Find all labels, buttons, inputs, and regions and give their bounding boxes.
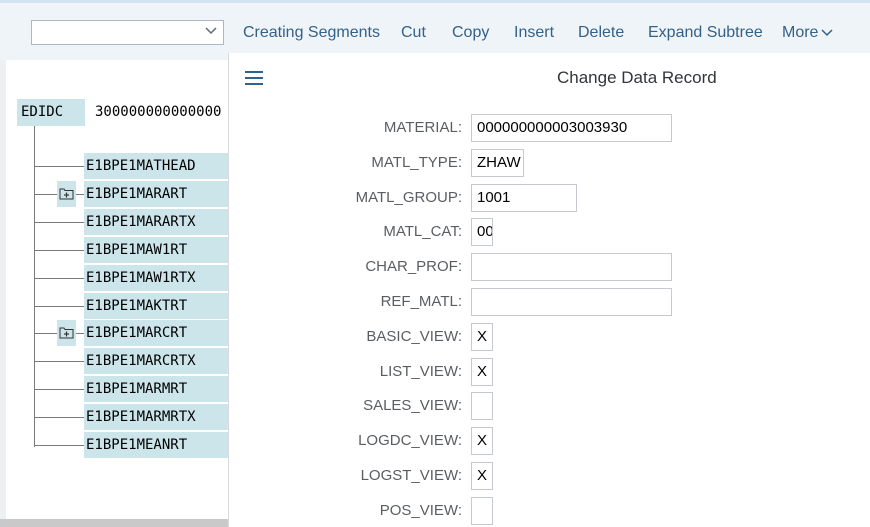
tree-node[interactable]: E1BPE1MARARTX xyxy=(0,209,228,235)
tree-connector-line xyxy=(34,278,86,279)
tree-connector-line xyxy=(34,222,86,223)
field-label: LOGDC_VIEW: xyxy=(358,432,462,449)
field-label: POS_VIEW: xyxy=(379,502,462,519)
form-row: MATL_CAT: 00 xyxy=(229,218,870,246)
tree-connector-line xyxy=(34,250,86,251)
form-row: LOGDC_VIEW: X xyxy=(229,427,870,455)
tree-node-label: E1BPE1MEANRT xyxy=(84,432,228,458)
tree-connector-line xyxy=(34,306,86,307)
tree-node-label: E1BPE1MARCRT xyxy=(84,320,228,346)
tree-connector-line xyxy=(34,166,86,167)
field-label: REF_MATL: xyxy=(380,293,462,310)
field-label: LOGST_VIEW: xyxy=(360,467,462,484)
form-row: BASIC_VIEW: X xyxy=(229,323,870,351)
chevron-down-icon xyxy=(205,27,217,35)
field-input[interactable] xyxy=(471,253,672,281)
field-input[interactable] xyxy=(471,392,493,420)
toolbar: Creating Segments Cut Copy Insert Delete… xyxy=(0,0,870,60)
field-label: CHAR_PROF: xyxy=(365,258,462,275)
tree-connector-line xyxy=(34,417,86,418)
tree-node[interactable]: E1BPE1MEANRT xyxy=(0,432,228,458)
field-label: MATERIAL: xyxy=(383,119,462,136)
tree-connector-line xyxy=(34,445,86,446)
field-input[interactable] xyxy=(471,288,672,316)
field-label: MATL_TYPE: xyxy=(371,154,462,171)
form-row: MATERIAL: 000000000003003930 xyxy=(229,114,870,142)
field-input[interactable]: X xyxy=(471,462,493,490)
field-label: BASIC_VIEW: xyxy=(366,328,462,345)
tree-node[interactable]: E1BPE1MARMRT xyxy=(0,376,228,402)
form-row: LIST_VIEW: X xyxy=(229,358,870,386)
field-label: SALES_VIEW: xyxy=(363,397,462,414)
tree-node[interactable]: E1BPE1MAW1RT xyxy=(0,237,228,263)
copy-button[interactable]: Copy xyxy=(452,24,489,42)
tree-node-label: E1BPE1MAKTRT xyxy=(84,293,228,319)
tree-node-label: E1BPE1MAW1RTX xyxy=(84,265,228,291)
field-label: MATL_CAT: xyxy=(383,223,462,240)
creating-segments-button[interactable]: Creating Segments xyxy=(243,24,380,42)
form-row: REF_MATL: xyxy=(229,288,870,316)
form-row: MATL_TYPE: ZHAW xyxy=(229,149,870,177)
chevron-down-icon xyxy=(821,29,833,36)
form-row: MATL_GROUP: 1001 xyxy=(229,184,870,212)
form-row: POS_VIEW: xyxy=(229,497,870,525)
tree-root-value: 300000000000000 xyxy=(95,104,222,120)
segment-select[interactable] xyxy=(31,20,224,45)
field-input[interactable]: ZHAW xyxy=(471,149,524,177)
tree-node[interactable]: E1BPE1MARART xyxy=(0,181,228,207)
tree-node[interactable]: E1BPE1MARMRTX xyxy=(0,404,228,430)
tree-node[interactable]: E1BPE1MARCRT xyxy=(0,320,228,346)
form-row: LOGST_VIEW: X xyxy=(229,462,870,490)
tree-node[interactable]: E1BPE1MARCRTX xyxy=(0,348,228,374)
tree-node-label: E1BPE1MARCRTX xyxy=(84,348,228,374)
form-row: CHAR_PROF: xyxy=(229,253,870,281)
field-input[interactable]: X xyxy=(471,323,493,351)
field-input[interactable]: X xyxy=(471,427,493,455)
tree-node[interactable]: E1BPE1MAW1RTX xyxy=(0,265,228,291)
expand-subtree-button[interactable]: Expand Subtree xyxy=(648,24,763,42)
form-row: SALES_VIEW: xyxy=(229,392,870,420)
tree-node-label: E1BPE1MAW1RT xyxy=(84,237,228,263)
tree-node-label: E1BPE1MARARTX xyxy=(84,209,228,235)
page-title: Change Data Record xyxy=(557,68,717,87)
field-input[interactable]: 1001 xyxy=(471,184,577,212)
field-input[interactable]: 00 xyxy=(471,218,493,246)
field-input[interactable]: X xyxy=(471,358,493,386)
cut-button[interactable]: Cut xyxy=(401,24,426,42)
more-button[interactable]: More xyxy=(782,24,833,42)
field-input[interactable] xyxy=(471,497,493,525)
delete-button[interactable]: Delete xyxy=(578,24,624,42)
menu-icon[interactable] xyxy=(245,71,263,85)
expand-folder-icon[interactable] xyxy=(57,181,76,207)
expand-folder-icon[interactable] xyxy=(57,320,76,346)
tree-node-label: E1BPE1MARART xyxy=(84,181,228,207)
tree-node-label: E1BPE1MATHEAD xyxy=(84,153,228,179)
tree-connector-line xyxy=(34,389,86,390)
change-data-record-panel: Change Data Record MATERIAL: 000000000003… xyxy=(228,53,870,527)
horizontal-scrollbar[interactable] xyxy=(0,519,228,527)
insert-button[interactable]: Insert xyxy=(514,24,554,42)
tree-node-label: E1BPE1MARMRTX xyxy=(84,404,228,430)
tree-connector-line xyxy=(34,361,86,362)
more-button-label: More xyxy=(782,24,819,41)
segment-tree-panel: EDIDC 300000000000000 E1BPE1MATHEAD E1BPE… xyxy=(0,60,228,527)
field-input[interactable]: 000000000003003930 xyxy=(471,114,672,142)
tree-root-node[interactable]: EDIDC xyxy=(17,99,85,126)
tree-node-label: E1BPE1MARMRT xyxy=(84,376,228,402)
tree-node[interactable]: E1BPE1MATHEAD xyxy=(0,153,228,179)
field-label: LIST_VIEW: xyxy=(379,363,462,380)
tree-node[interactable]: E1BPE1MAKTRT xyxy=(0,293,228,319)
field-label: MATL_GROUP: xyxy=(355,189,462,206)
